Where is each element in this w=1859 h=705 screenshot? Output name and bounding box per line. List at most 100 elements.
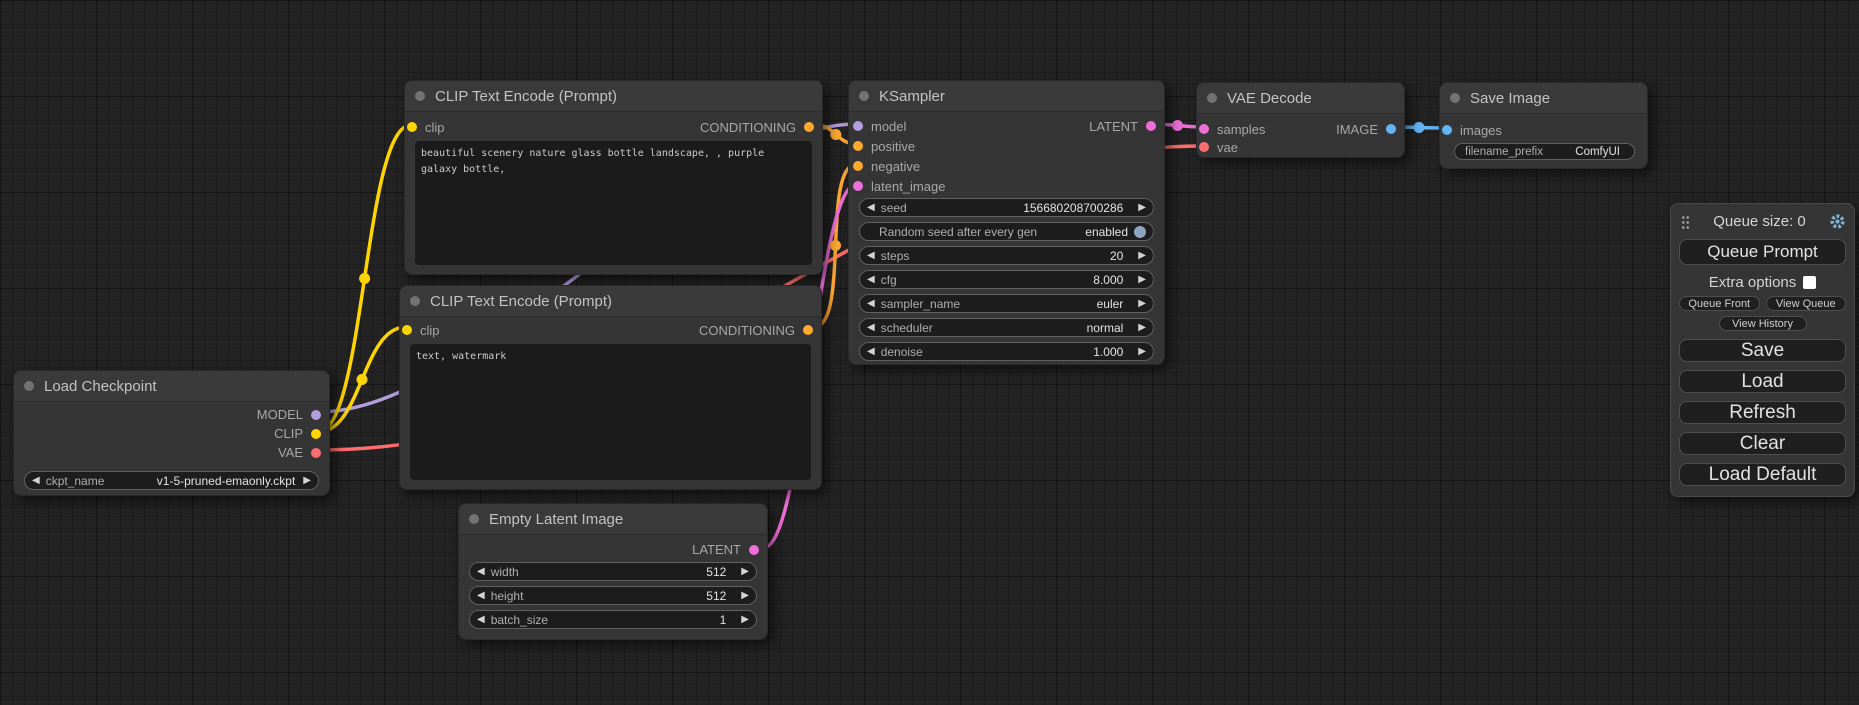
vae-output-dot[interactable] [311, 448, 321, 458]
random-seed-toggle-widget[interactable]: Random seed after every gen enabled [859, 222, 1154, 241]
increment-arrow-icon[interactable]: ▶ [1138, 275, 1146, 285]
clear-button[interactable]: Clear [1679, 432, 1846, 455]
denoise-widget[interactable]: ◀ denoise 1.000 ▶ [859, 342, 1154, 361]
toggle-circle-icon[interactable] [1134, 226, 1146, 238]
widget-value: 512 [706, 589, 726, 603]
width-widget[interactable]: ◀ width 512 ▶ [469, 562, 757, 581]
node-titlebar[interactable]: KSampler [849, 81, 1164, 112]
node-titlebar[interactable]: Empty Latent Image [459, 504, 767, 535]
load-button[interactable]: Load [1679, 370, 1846, 393]
model-input-dot[interactable] [853, 121, 863, 131]
collapse-dot-icon[interactable] [859, 91, 869, 101]
node-empty-latent-image[interactable]: Empty Latent Image LATENT ◀ width 512 ▶ … [458, 503, 768, 640]
increment-arrow-icon[interactable]: ▶ [1138, 347, 1146, 357]
positive-input-dot[interactable] [853, 141, 863, 151]
queue-front-button[interactable]: Queue Front [1679, 296, 1760, 311]
view-history-button[interactable]: View History [1719, 316, 1807, 331]
widget-value: ComfyUI [1575, 146, 1620, 158]
collapse-dot-icon[interactable] [1450, 93, 1460, 103]
conditioning-output-dot[interactable] [803, 325, 813, 335]
node-save-image[interactable]: Save Image images filename_prefix ComfyU… [1439, 82, 1648, 169]
decrement-arrow-icon[interactable]: ◀ [477, 615, 485, 625]
samples-input-dot[interactable] [1199, 124, 1209, 134]
increment-arrow-icon[interactable]: ▶ [741, 615, 749, 625]
wire-midpoint-dot [357, 374, 368, 385]
gear-icon[interactable] [1829, 213, 1846, 230]
latent-output-dot[interactable] [749, 545, 759, 555]
cfg-widget[interactable]: ◀ cfg 8.000 ▶ [859, 270, 1154, 289]
collapse-dot-icon[interactable] [410, 296, 420, 306]
node-vae-decode[interactable]: VAE Decode samples IMAGE vae [1196, 82, 1405, 158]
collapse-dot-icon[interactable] [469, 514, 479, 524]
widget-label: filename_prefix [1465, 146, 1543, 158]
decrement-arrow-icon[interactable]: ◀ [867, 251, 875, 261]
collapse-dot-icon[interactable] [415, 91, 425, 101]
height-widget[interactable]: ◀ height 512 ▶ [469, 586, 757, 605]
vae-input-dot[interactable] [1199, 142, 1209, 152]
negative-input-dot[interactable] [853, 161, 863, 171]
increment-arrow-icon[interactable]: ▶ [741, 567, 749, 577]
prompt-textarea[interactable]: text, watermark [410, 344, 811, 480]
node-ksampler[interactable]: KSampler model LATENT positive negative … [848, 80, 1165, 365]
filename-prefix-widget[interactable]: filename_prefix ComfyUI [1454, 143, 1635, 160]
prompt-textarea[interactable]: beautiful scenery nature glass bottle la… [415, 141, 812, 265]
decrement-arrow-icon[interactable]: ◀ [477, 591, 485, 601]
node-clip-text-encode-negative[interactable]: CLIP Text Encode (Prompt) clip CONDITION… [399, 285, 822, 490]
model-output-dot[interactable] [311, 410, 321, 420]
decrement-arrow-icon[interactable]: ◀ [32, 476, 40, 486]
node-load-checkpoint[interactable]: Load Checkpoint MODEL CLIP VAE ◀ ckpt_na… [13, 370, 330, 496]
queue-prompt-button[interactable]: Queue Prompt [1679, 239, 1846, 265]
clip-input-dot[interactable] [402, 325, 412, 335]
slot-label: latent_image [871, 179, 945, 194]
increment-arrow-icon[interactable]: ▶ [1138, 251, 1146, 261]
ckpt-name-widget[interactable]: ◀ ckpt_name v1-5-pruned-emaonly.ckpt ▶ [24, 471, 319, 490]
decrement-arrow-icon[interactable]: ◀ [867, 299, 875, 309]
increment-arrow-icon[interactable]: ▶ [1138, 203, 1146, 213]
decrement-arrow-icon[interactable]: ◀ [867, 203, 875, 213]
sampler-name-widget[interactable]: ◀ sampler_name euler ▶ [859, 294, 1154, 313]
clip-output-dot[interactable] [311, 429, 321, 439]
slot-label: VAE [278, 445, 303, 460]
increment-arrow-icon[interactable]: ▶ [1138, 299, 1146, 309]
decrement-arrow-icon[interactable]: ◀ [867, 275, 875, 285]
decrement-arrow-icon[interactable]: ◀ [867, 347, 875, 357]
node-titlebar[interactable]: CLIP Text Encode (Prompt) [400, 286, 821, 317]
widget-value: euler [1097, 297, 1124, 311]
clip-input-dot[interactable] [407, 122, 417, 132]
extra-options-checkbox[interactable] [1803, 276, 1816, 289]
increment-arrow-icon[interactable]: ▶ [303, 476, 311, 486]
node-titlebar[interactable]: VAE Decode [1197, 83, 1404, 114]
seed-widget[interactable]: ◀ seed 156680208700286 ▶ [859, 198, 1154, 217]
latent-image-input-dot[interactable] [853, 181, 863, 191]
collapse-dot-icon[interactable] [1207, 93, 1217, 103]
refresh-button[interactable]: Refresh [1679, 401, 1846, 424]
save-button[interactable]: Save [1679, 339, 1846, 362]
output-slot-model[interactable]: MODEL [14, 405, 329, 424]
collapse-dot-icon[interactable] [24, 381, 34, 391]
image-output-dot[interactable] [1386, 124, 1396, 134]
node-graph-canvas[interactable]: Load Checkpoint MODEL CLIP VAE ◀ ckpt_na… [0, 0, 1859, 705]
conditioning-output-dot[interactable] [804, 122, 814, 132]
scheduler-widget[interactable]: ◀ scheduler normal ▶ [859, 318, 1154, 337]
batch-size-widget[interactable]: ◀ batch_size 1 ▶ [469, 610, 757, 629]
output-slot-vae[interactable]: VAE [14, 443, 329, 462]
view-queue-button[interactable]: View Queue [1766, 296, 1847, 311]
images-input-dot[interactable] [1442, 125, 1452, 135]
output-slot-clip[interactable]: CLIP [14, 424, 329, 443]
node-title: Save Image [1470, 90, 1550, 107]
node-titlebar[interactable]: CLIP Text Encode (Prompt) [405, 81, 822, 112]
decrement-arrow-icon[interactable]: ◀ [477, 567, 485, 577]
steps-widget[interactable]: ◀ steps 20 ▶ [859, 246, 1154, 265]
increment-arrow-icon[interactable]: ▶ [1138, 323, 1146, 333]
slot-label: positive [871, 139, 915, 154]
node-clip-text-encode-positive[interactable]: CLIP Text Encode (Prompt) clip CONDITION… [404, 80, 823, 275]
node-titlebar[interactable]: Load Checkpoint [14, 371, 329, 402]
node-titlebar[interactable]: Save Image [1440, 83, 1647, 114]
load-default-button[interactable]: Load Default [1679, 463, 1846, 486]
decrement-arrow-icon[interactable]: ◀ [867, 323, 875, 333]
increment-arrow-icon[interactable]: ▶ [741, 591, 749, 601]
latent-output-dot[interactable] [1146, 121, 1156, 131]
widget-label: ckpt_name [46, 474, 105, 488]
drag-handle-icon[interactable] [1681, 214, 1690, 229]
slot-row: LATENT [459, 540, 767, 559]
